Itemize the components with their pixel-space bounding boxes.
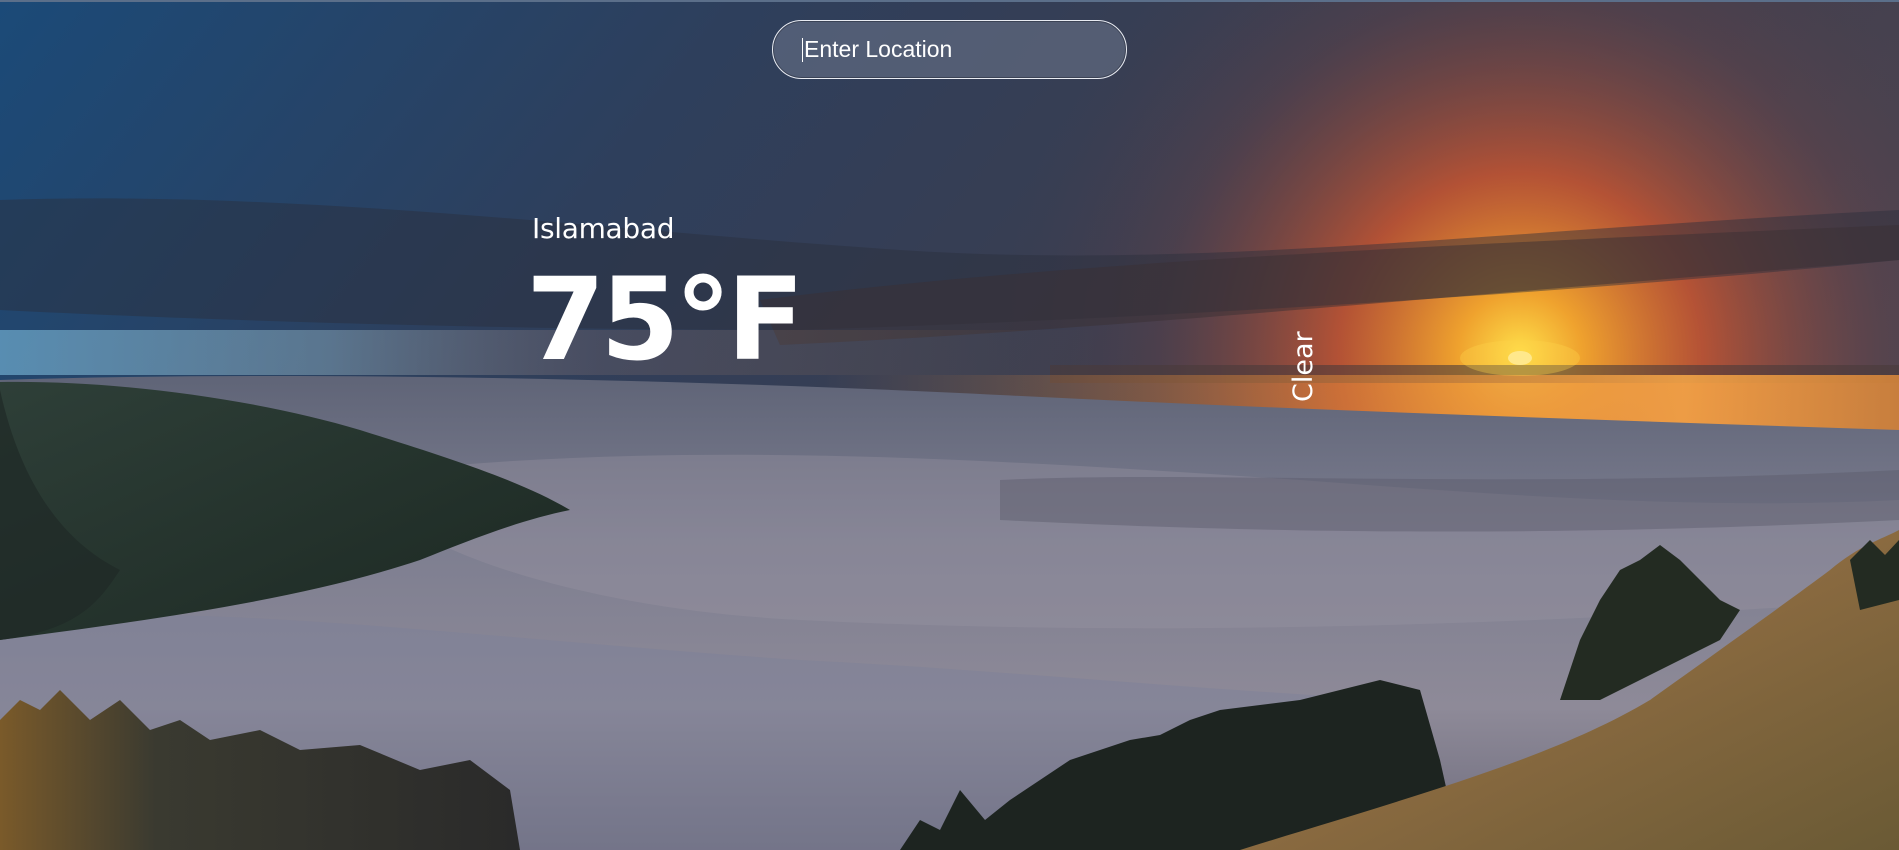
weather-app: Islamabad 75°F Clear xyxy=(0,0,1899,850)
background-landscape-image xyxy=(0,0,1899,850)
location-search xyxy=(772,20,1127,79)
weather-condition: Clear xyxy=(1288,331,1319,402)
temperature-value: 75°F xyxy=(526,253,805,386)
location-search-input[interactable] xyxy=(772,20,1127,79)
text-cursor xyxy=(802,38,803,62)
city-name: Islamabad xyxy=(532,212,675,245)
